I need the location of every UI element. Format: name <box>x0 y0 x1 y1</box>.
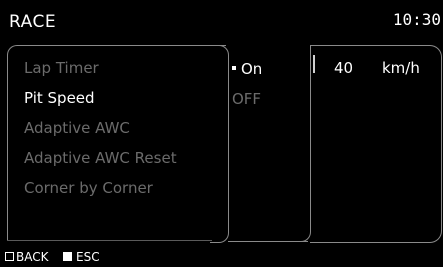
esc-button[interactable]: ESC <box>63 250 100 264</box>
menu-panel-bottom-line <box>7 240 212 241</box>
hollow-square-icon <box>5 252 14 261</box>
option-on[interactable]: On <box>232 60 262 78</box>
menu-panel-edge <box>210 45 229 243</box>
speed-cursor-icon <box>313 55 315 73</box>
speed-value[interactable]: 40 <box>334 59 353 77</box>
menu-item-adaptive-awc[interactable]: Adaptive AWC <box>24 119 177 149</box>
options-panel-edge <box>296 45 311 242</box>
option-off[interactable]: OFF <box>232 90 261 108</box>
race-settings-screen: RACE 10:30 Lap Timer Pit Speed Adaptive … <box>0 0 443 267</box>
selected-bullet-icon <box>232 65 236 70</box>
solid-square-icon <box>63 252 72 261</box>
back-button[interactable]: BACK <box>5 250 48 264</box>
menu-list: Lap Timer Pit Speed Adaptive AWC Adaptiv… <box>24 59 177 209</box>
speed-panel <box>310 45 442 243</box>
option-on-label: On <box>241 60 263 78</box>
header: RACE 10:30 <box>0 0 443 38</box>
back-label: BACK <box>16 250 49 264</box>
menu-item-corner-by-corner[interactable]: Corner by Corner <box>24 179 177 209</box>
page-title: RACE <box>9 12 57 32</box>
option-off-label: OFF <box>232 90 262 108</box>
menu-item-lap-timer[interactable]: Lap Timer <box>24 59 177 89</box>
menu-item-pit-speed[interactable]: Pit Speed <box>24 89 177 119</box>
clock: 10:30 <box>392 10 441 29</box>
menu-item-adaptive-awc-reset[interactable]: Adaptive AWC Reset <box>24 149 177 179</box>
speed-unit: km/h <box>382 59 420 77</box>
footer: BACK ESC <box>0 247 443 267</box>
esc-label: ESC <box>76 250 100 264</box>
